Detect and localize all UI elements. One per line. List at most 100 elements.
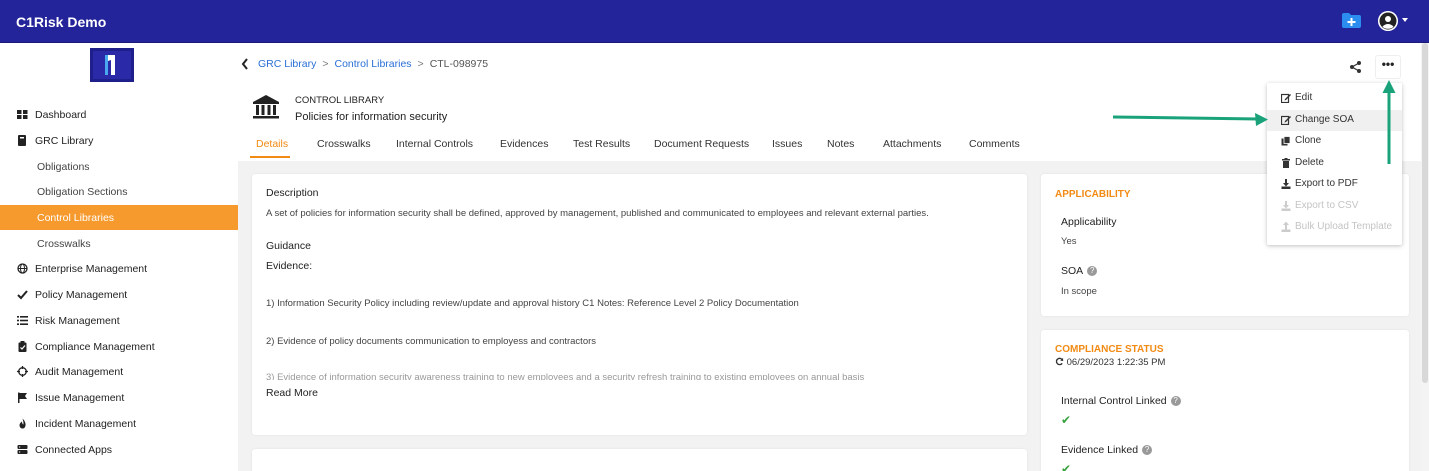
check-mark-icon: ✔: [1061, 413, 1072, 427]
more-actions-dropdown: Edit Change SOA Clone Delete Export to P…: [1267, 83, 1402, 245]
book-icon: [18, 135, 26, 146]
applicability-value: Yes: [1061, 236, 1077, 247]
breadcrumb: GRC Library > Control Libraries > CTL-098975: [258, 58, 488, 70]
sidebar-item-obligations[interactable]: Obligations: [0, 154, 238, 179]
menu-item-label: Export to CSV: [1295, 200, 1359, 211]
compliance-status-title: COMPLIANCE STATUS: [1055, 344, 1164, 355]
record-title: Policies for information security: [295, 111, 448, 123]
back-arrow-icon[interactable]: [240, 56, 250, 72]
sidebar-item-grc-library[interactable]: GRC Library: [0, 128, 238, 153]
tab-evidences[interactable]: Evidences: [500, 138, 548, 150]
sidebar-item-enterprise-management[interactable]: Enterprise Management: [0, 256, 238, 281]
sidebar-item-label: Incident Management: [35, 417, 136, 430]
menu-item-change-soa[interactable]: Change SOA: [1267, 110, 1402, 131]
menu-item-delete[interactable]: Delete: [1267, 153, 1402, 174]
sidebar-item-policy-management[interactable]: Policy Management: [0, 282, 238, 307]
record-header: GRC Library > Control Libraries > CTL-098975…: [238, 43, 1429, 161]
clipboard-icon: [18, 341, 27, 352]
soa-value: In scope: [1061, 286, 1097, 297]
chevron-down-icon[interactable]: [1402, 18, 1408, 22]
sidebar-item-incident-management[interactable]: Incident Management: [0, 411, 238, 436]
tab-internal-controls[interactable]: Internal Controls: [396, 138, 473, 150]
sidebar-item-label: Audit Management: [35, 365, 124, 378]
menu-item-export-pdf[interactable]: Export to PDF: [1267, 174, 1402, 195]
tab-test-results[interactable]: Test Results: [573, 138, 630, 150]
sidebar-item-obligation-sections[interactable]: Obligation Sections: [0, 179, 238, 204]
fire-icon: [19, 418, 26, 429]
help-icon[interactable]: ?: [1087, 266, 1098, 277]
internal-control-linked-label: Internal Control Linked?: [1061, 395, 1181, 407]
user-avatar[interactable]: [1378, 11, 1398, 31]
menu-item-label: Delete: [1295, 157, 1324, 168]
tab-document-requests[interactable]: Document Requests: [654, 138, 749, 150]
evidence-item: 1) Information Security Policy including…: [266, 298, 799, 309]
secondary-card: [252, 449, 1027, 471]
sidebar-item-label: GRC Library: [35, 134, 94, 147]
main-content: GRC Library > Control Libraries > CTL-098975…: [238, 43, 1429, 471]
menu-item-edit[interactable]: Edit: [1267, 88, 1402, 109]
sidebar-item-label: Compliance Management: [35, 340, 155, 353]
help-icon[interactable]: ?: [1142, 445, 1153, 456]
breadcrumb-link-grc-library[interactable]: GRC Library: [258, 58, 316, 70]
sidebar-item-label: Issue Management: [35, 391, 125, 404]
add-folder-icon[interactable]: [1341, 12, 1362, 29]
tab-attachments[interactable]: Attachments: [883, 138, 941, 150]
stack-icon: [17, 445, 28, 454]
breadcrumb-current: CTL-098975: [429, 58, 489, 70]
menu-item-export-csv: Export to CSV: [1267, 196, 1402, 217]
sidebar-item-dashboard[interactable]: Dashboard: [0, 102, 238, 127]
sidebar-item-control-libraries[interactable]: Control Libraries: [0, 205, 238, 230]
sidebar-item-crosswalks[interactable]: Crosswalks: [0, 231, 238, 256]
tab-details[interactable]: Details: [256, 138, 288, 150]
share-icon[interactable]: [1349, 60, 1363, 74]
tab-notes[interactable]: Notes: [827, 138, 854, 150]
menu-item-label: Clone: [1295, 135, 1322, 146]
applicability-title: APPLICABILITY: [1055, 189, 1131, 200]
sidebar-item-label: Risk Management: [35, 314, 120, 327]
record-type-label: CONTROL LIBRARY: [295, 95, 385, 106]
sidebar-item-label: Dashboard: [35, 108, 87, 121]
sidebar-item-label: Connected Apps: [35, 443, 113, 456]
sidebar-item-label: Control Libraries: [37, 211, 115, 224]
check-mark-icon: ✔: [1061, 462, 1072, 471]
sidebar-item-label: Policy Management: [35, 288, 128, 301]
sidebar: Dashboard GRC Library Obligations Obliga…: [0, 43, 238, 471]
library-building-icon: [250, 91, 282, 123]
tab-comments[interactable]: Comments: [969, 138, 1020, 150]
company-logo[interactable]: [89, 47, 135, 83]
sidebar-item-connected-apps[interactable]: Connected Apps: [0, 437, 238, 462]
scrollbar-thumb[interactable]: [1422, 43, 1428, 383]
evidence-linked-text: Evidence Linked: [1061, 444, 1139, 456]
sidebar-item-audit-management[interactable]: Audit Management: [0, 359, 238, 384]
sidebar-item-issue-management[interactable]: Issue Management: [0, 385, 238, 410]
tab-issues[interactable]: Issues: [772, 138, 802, 150]
edit-icon: [1281, 115, 1291, 125]
evidence-item-truncated: 3) Evidence of information security awar…: [266, 372, 865, 380]
breadcrumb-separator: >: [322, 58, 329, 70]
menu-item-label: Bulk Upload Template: [1295, 221, 1393, 232]
page-scrollbar[interactable]: [1421, 43, 1429, 471]
globe-icon: [17, 263, 28, 274]
guidance-label: Guidance: [266, 240, 311, 252]
help-icon[interactable]: ?: [1170, 396, 1181, 407]
description-label: Description: [266, 187, 319, 199]
refresh-icon[interactable]: [1055, 357, 1064, 366]
menu-item-clone[interactable]: Clone: [1267, 131, 1402, 152]
applicability-label: Applicability: [1061, 216, 1117, 228]
download-icon: [1281, 179, 1291, 189]
more-actions-button[interactable]: •••: [1375, 55, 1401, 79]
tab-crosswalks[interactable]: Crosswalks: [317, 138, 371, 150]
read-more-link[interactable]: Read More: [266, 387, 318, 399]
evidence-linked-label: Evidence Linked?: [1061, 444, 1153, 456]
menu-item-label: Change SOA: [1295, 114, 1354, 125]
menu-item-bulk-upload-template: Bulk Upload Template: [1267, 217, 1402, 238]
menu-item-label: Export to PDF: [1295, 178, 1358, 189]
top-navbar: C1Risk Demo: [0, 0, 1429, 43]
upload-icon: [1281, 222, 1291, 232]
breadcrumb-link-control-libraries[interactable]: Control Libraries: [335, 58, 412, 70]
copy-icon: [1281, 136, 1291, 146]
sidebar-item-label: Obligation Sections: [37, 185, 128, 198]
breadcrumb-separator: >: [417, 58, 424, 70]
sidebar-item-risk-management[interactable]: Risk Management: [0, 308, 238, 333]
sidebar-item-compliance-management[interactable]: Compliance Management: [0, 334, 238, 359]
